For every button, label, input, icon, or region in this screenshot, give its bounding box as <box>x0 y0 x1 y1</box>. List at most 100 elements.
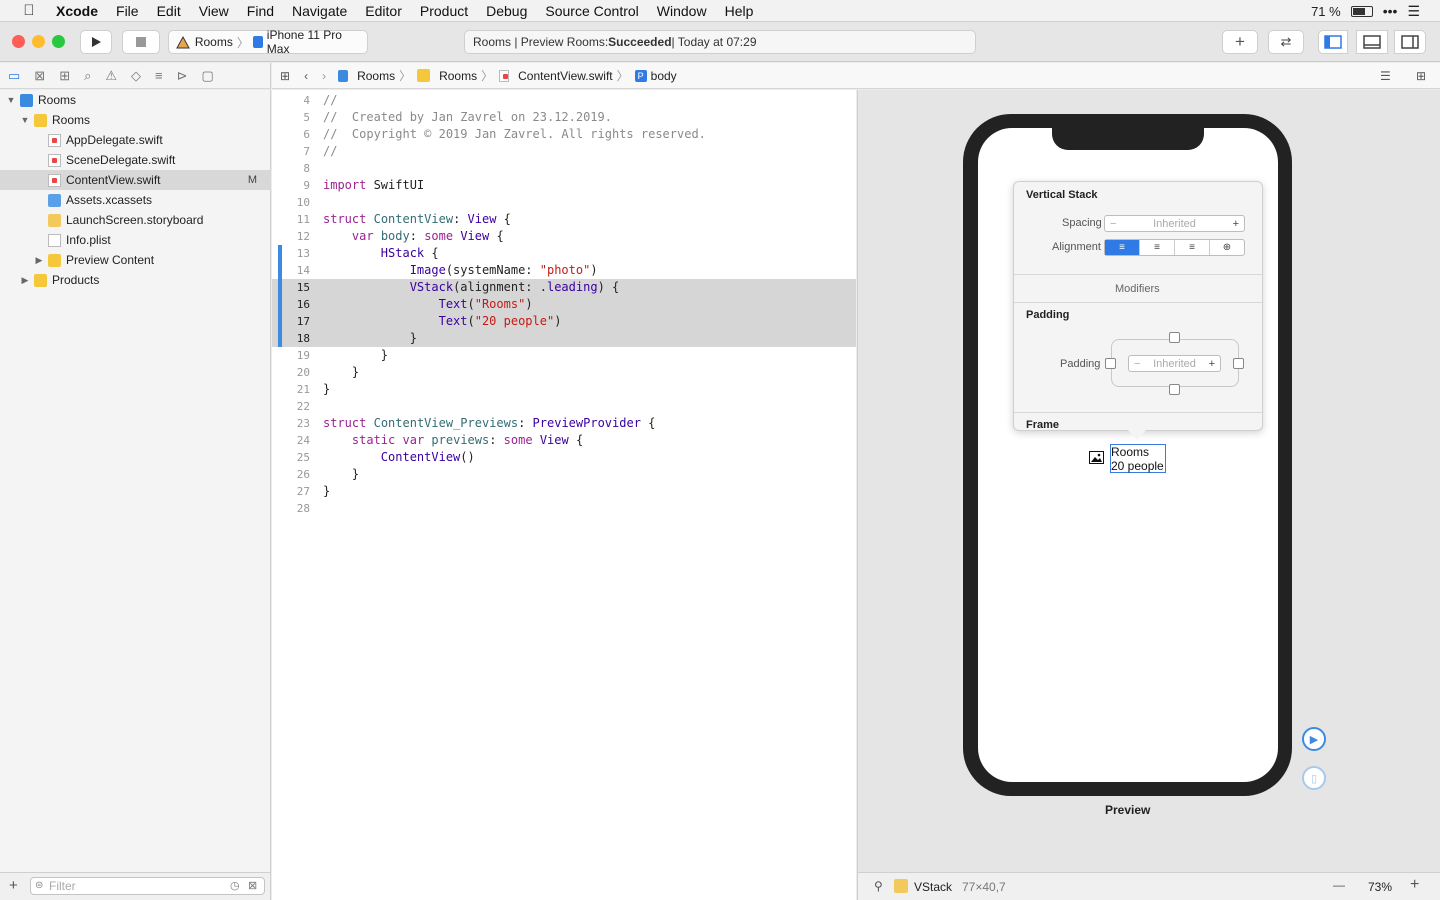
code-review-button[interactable]: ⇄ <box>1268 30 1304 54</box>
project-navigator-icon[interactable]: ▭ <box>8 68 20 84</box>
code-line[interactable]: 28 <box>272 500 856 517</box>
code-line[interactable]: 6 // Copyright © 2019 Jan Zavrel. All rig… <box>272 126 856 143</box>
code-line[interactable]: 23 struct ContentView_Previews: PreviewPr… <box>272 415 856 432</box>
close-window-button[interactable] <box>12 35 25 48</box>
zoom-level[interactable]: 73% <box>1368 880 1392 894</box>
menu-file[interactable]: File <box>116 3 139 19</box>
library-button[interactable]: + <box>1222 30 1258 54</box>
align-trailing-icon[interactable]: ≡ <box>1175 240 1210 255</box>
align-more-icon[interactable]: ⊕ <box>1210 240 1244 255</box>
menu-navigate[interactable]: Navigate <box>292 3 347 19</box>
find-navigator-icon[interactable]: ⌕ <box>84 68 91 84</box>
symbol-navigator-icon[interactable]: ⊞ <box>59 68 70 84</box>
forward-icon[interactable]: › <box>322 69 326 83</box>
code-line[interactable]: 12 var body: some View { <box>272 228 856 245</box>
code-line[interactable]: 14 Image(systemName: "photo") <box>272 262 856 279</box>
stop-button[interactable] <box>122 30 160 54</box>
navigator-item[interactable]: AppDelegate.swift <box>0 130 271 150</box>
padding-trailing-checkbox[interactable] <box>1233 358 1244 369</box>
menu-view[interactable]: View <box>199 3 229 19</box>
minimize-window-button[interactable] <box>32 35 45 48</box>
debug-navigator-icon[interactable]: ≡ <box>155 68 163 83</box>
padding-stepper[interactable]: − Inherited + <box>1128 355 1221 372</box>
code-line[interactable]: 20 } <box>272 364 856 381</box>
toggle-navigator-button[interactable] <box>1318 30 1348 54</box>
selected-element-name[interactable]: VStack <box>914 880 952 894</box>
increment-icon[interactable]: + <box>1233 218 1239 230</box>
more-icon[interactable]: ••• <box>1383 3 1398 19</box>
issue-navigator-icon[interactable]: ⚠ <box>105 68 117 84</box>
navigator-item[interactable]: ContentView.swift M <box>0 170 271 190</box>
report-navigator-icon[interactable]: ▢ <box>202 68 214 84</box>
code-line[interactable]: 26 } <box>272 466 856 483</box>
code-line[interactable]: 22 <box>272 398 856 415</box>
code-line[interactable]: 16 Text("Rooms") <box>272 296 856 313</box>
code-line[interactable]: 15 VStack(alignment: .leading) { <box>272 279 856 296</box>
align-leading-icon[interactable]: ≡ <box>1105 240 1140 255</box>
list-icon[interactable]: ☰ <box>1407 3 1420 20</box>
code-line[interactable]: 19 } <box>272 347 856 364</box>
padding-bottom-checkbox[interactable] <box>1169 384 1180 395</box>
add-icon[interactable]: + <box>9 877 18 894</box>
recent-files-icon[interactable]: ◷ <box>230 879 240 892</box>
disclosure-open-icon[interactable]: ▼ <box>6 95 16 105</box>
code-line[interactable]: 8 <box>272 160 856 177</box>
jump-file[interactable]: ContentView.swift 〉 <box>499 67 629 84</box>
back-icon[interactable]: ‹ <box>304 69 308 83</box>
menu-source-control[interactable]: Source Control <box>545 3 638 19</box>
disclosure-closed-icon[interactable]: ▶ <box>34 255 44 266</box>
decrement-icon[interactable]: − <box>1110 218 1116 230</box>
menu-xcode[interactable]: Xcode <box>56 3 98 19</box>
code-line[interactable]: 10 <box>272 194 856 211</box>
add-editor-icon[interactable]: ⊞ <box>1416 69 1426 83</box>
selected-vstack[interactable]: Rooms 20 people <box>1110 444 1166 473</box>
navigator-item[interactable]: ▶ Preview Content <box>0 250 271 270</box>
navigator-item[interactable]: Info.plist <box>0 230 271 250</box>
source-editor[interactable]: 4 // 5 // Created by Jan Zavrel on 23.12.20… <box>272 90 856 900</box>
run-button[interactable] <box>80 30 112 54</box>
spacing-stepper[interactable]: − Inherited + <box>1104 215 1245 232</box>
pin-icon[interactable]: ⚲ <box>874 879 883 893</box>
code-line[interactable]: 21} <box>272 381 856 398</box>
code-line[interactable]: 25 ContentView() <box>272 449 856 466</box>
menu-product[interactable]: Product <box>420 3 468 19</box>
menu-help[interactable]: Help <box>725 3 754 19</box>
jump-symbol[interactable]: Pbody <box>634 69 677 83</box>
breakpoint-navigator-icon[interactable]: ⊳ <box>177 68 188 84</box>
navigator-item[interactable]: SceneDelegate.swift <box>0 150 271 170</box>
alignment-segmented-control[interactable]: ≡ ≡ ≡ ⊕ <box>1104 239 1245 256</box>
code-line[interactable]: 5 // Created by Jan Zavrel on 23.12.2019. <box>272 109 856 126</box>
preview-on-device-button[interactable]: ▯ <box>1302 766 1326 790</box>
navigator-item[interactable]: ▶ Products <box>0 270 271 290</box>
related-items-icon[interactable]: ⊞ <box>280 69 290 83</box>
padding-top-checkbox[interactable] <box>1169 332 1180 343</box>
zoom-in-icon[interactable]: + <box>1410 876 1419 894</box>
navigator-item[interactable]: Assets.xcassets <box>0 190 271 210</box>
jump-group[interactable]: Rooms 〉 <box>417 67 493 84</box>
menu-editor[interactable]: Editor <box>365 3 402 19</box>
navigator-item[interactable]: ▼ Rooms <box>0 90 271 110</box>
navigator-item[interactable]: ▼ Rooms <box>0 110 271 130</box>
test-navigator-icon[interactable]: ◇ <box>131 68 141 84</box>
navigator-item[interactable]: LaunchScreen.storyboard <box>0 210 271 230</box>
align-center-icon[interactable]: ≡ <box>1140 240 1175 255</box>
padding-leading-checkbox[interactable] <box>1105 358 1116 369</box>
code-line[interactable]: 4 // <box>272 92 856 109</box>
code-line[interactable]: 27} <box>272 483 856 500</box>
code-line[interactable]: 13 HStack { <box>272 245 856 262</box>
code-line[interactable]: 9 import SwiftUI <box>272 177 856 194</box>
increment-icon[interactable]: + <box>1209 358 1215 370</box>
decrement-icon[interactable]: − <box>1134 358 1140 370</box>
menu-window[interactable]: Window <box>657 3 707 19</box>
zoom-window-button[interactable] <box>52 35 65 48</box>
scheme-selector[interactable]: Rooms 〉 iPhone 11 Pro Max <box>168 28 368 56</box>
code-line[interactable]: 18 } <box>272 330 856 347</box>
jump-project[interactable]: Rooms 〉 <box>338 67 411 84</box>
menu-edit[interactable]: Edit <box>157 3 181 19</box>
apple-menu-icon[interactable]:  <box>18 2 40 19</box>
battery-icon[interactable] <box>1350 5 1373 17</box>
code-line[interactable]: 24 static var previews: some View { <box>272 432 856 449</box>
code-line[interactable]: 7 // <box>272 143 856 160</box>
toggle-debug-area-button[interactable] <box>1356 30 1388 54</box>
source-control-navigator-icon[interactable]: ⊠ <box>34 68 45 84</box>
